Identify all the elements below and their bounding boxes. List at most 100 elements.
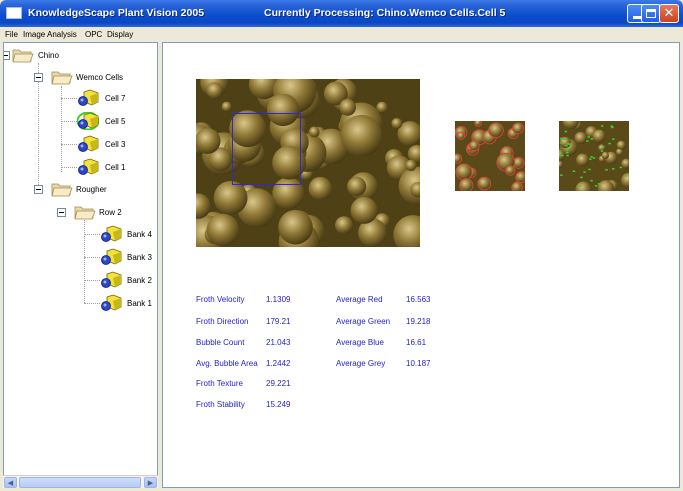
tree-node-cell-1[interactable]: Cell 1 [105,163,125,172]
froth-bubble [474,121,482,127]
chevron-right-icon: ▶ [147,478,154,487]
collapse-toggle[interactable] [34,73,43,82]
open-folder-icon [51,71,73,85]
froth-bubble [455,153,463,164]
scroll-thumb[interactable] [19,477,141,488]
froth-bubble [308,126,320,138]
edge-marker [612,168,615,170]
metric-value-froth-velocity: 1.1309 [266,295,291,304]
froth-camera-image[interactable] [196,79,420,247]
tree-node-cell-3[interactable]: Cell 3 [105,140,125,149]
tree-horizontal-scrollbar[interactable]: ◀ ▶ [3,475,158,488]
chevron-left-icon: ◀ [7,478,14,487]
metric-value-froth-direction: 179.21 [266,317,291,326]
menu-image-analysis[interactable]: Image Analysis [23,30,77,39]
camera-cell-icon [101,248,122,265]
edge-marker [565,149,569,151]
tree-connector [84,303,100,304]
edge-marker [619,166,623,169]
froth-bubble [459,178,474,191]
metric-label-average-grey: Average Grey [336,359,386,368]
edge-detection-image [559,121,629,191]
metric-label-froth-velocity: Froth Velocity [196,295,245,304]
edge-marker [592,157,596,159]
edge-marker [580,176,583,179]
bubble-segmentation-image [455,121,525,191]
edge-marker [560,174,563,176]
camera-cell-icon [78,135,99,152]
metric-label-average-green: Average Green [336,317,391,326]
edge-marker [624,175,628,177]
metric-value-average-red: 16.563 [406,295,431,304]
tree-node-bank-4[interactable]: Bank 4 [127,230,152,239]
menu-opc[interactable]: OPC [85,30,102,39]
scroll-left-button[interactable]: ◀ [4,477,17,488]
menu-file[interactable]: File [5,30,18,39]
froth-bubble [592,129,606,143]
metric-label-froth-texture: Froth Texture [196,379,243,388]
collapse-toggle[interactable] [57,208,66,217]
froth-bubble [601,151,609,159]
region-of-interest-box[interactable] [232,113,301,185]
froth-bubble [505,165,516,176]
edge-marker [572,170,576,172]
froth-bubble [221,101,232,112]
edge-marker [599,130,602,133]
froth-bubble [339,98,356,116]
froth-bubble [340,114,383,157]
tree-node-wemco-cells[interactable]: Wemco Cells [76,73,123,82]
menu-display[interactable]: Display [107,30,133,39]
tree-node-bank-2[interactable]: Bank 2 [127,276,152,285]
edge-marker [590,138,594,140]
tree-connector [38,63,39,191]
edge-marker [612,138,615,140]
edge-marker [589,158,592,160]
edge-marker [611,126,614,129]
edge-marker [586,140,589,142]
maximize-button[interactable] [641,4,661,23]
tree-node-bank-3[interactable]: Bank 3 [127,253,152,262]
tree-node-row-2[interactable]: Row 2 [99,208,122,217]
scroll-right-button[interactable]: ▶ [144,477,157,488]
app-window-icon [6,7,22,19]
metric-label-froth-direction: Froth Direction [196,317,249,326]
froth-bubble [335,216,353,235]
edge-marker [565,145,568,147]
tree-node-chino[interactable]: Chino [38,51,59,60]
metric-value-froth-texture: 29.221 [266,379,291,388]
close-button[interactable]: ✕ [659,4,679,23]
edge-marker [560,142,563,144]
metric-label-average-red: Average Red [336,295,383,304]
tree-connector [61,121,77,122]
open-folder-icon [12,49,34,63]
collapse-toggle[interactable] [4,51,10,60]
froth-bubble [350,196,378,224]
tree-node-cell-5[interactable]: Cell 5 [105,117,125,126]
maximize-icon [646,9,656,18]
metric-label-froth-stability: Froth Stability [196,400,245,409]
tree-node-cell-7[interactable]: Cell 7 [105,94,125,103]
tree-connector [61,144,77,145]
froth-bubble [376,101,388,113]
edge-marker [566,143,570,145]
edge-marker [566,154,569,157]
froth-bubble [511,181,523,191]
minimize-icon [633,16,641,19]
tree-node-rougher[interactable]: Rougher [76,185,107,194]
app-title: KnowledgeScape Plant Vision 2005 [28,7,205,19]
metric-value-average-grey: 10.187 [406,359,431,368]
title-bar[interactable]: KnowledgeScape Plant Vision 2005 Current… [0,0,683,27]
edge-marker [600,150,604,152]
froth-bubble [206,82,223,99]
froth-bubble [206,213,240,247]
froth-bubble [477,176,492,191]
collapse-toggle[interactable] [34,185,43,194]
edge-marker [559,151,562,154]
metric-value-average-blue: 16.61 [406,338,427,347]
analysis-panel: Froth Velocity 1.1309 Froth Direction 17… [162,42,680,488]
metric-value-bubble-count: 21.043 [266,338,291,347]
open-folder-icon [74,206,96,220]
tree-node-bank-1[interactable]: Bank 1 [127,299,152,308]
plant-tree-view[interactable]: Chino Wemco Cells Cell 7 Cell 5 Cell 3 C… [3,42,158,488]
metric-label-bubble-count: Bubble Count [196,338,245,347]
